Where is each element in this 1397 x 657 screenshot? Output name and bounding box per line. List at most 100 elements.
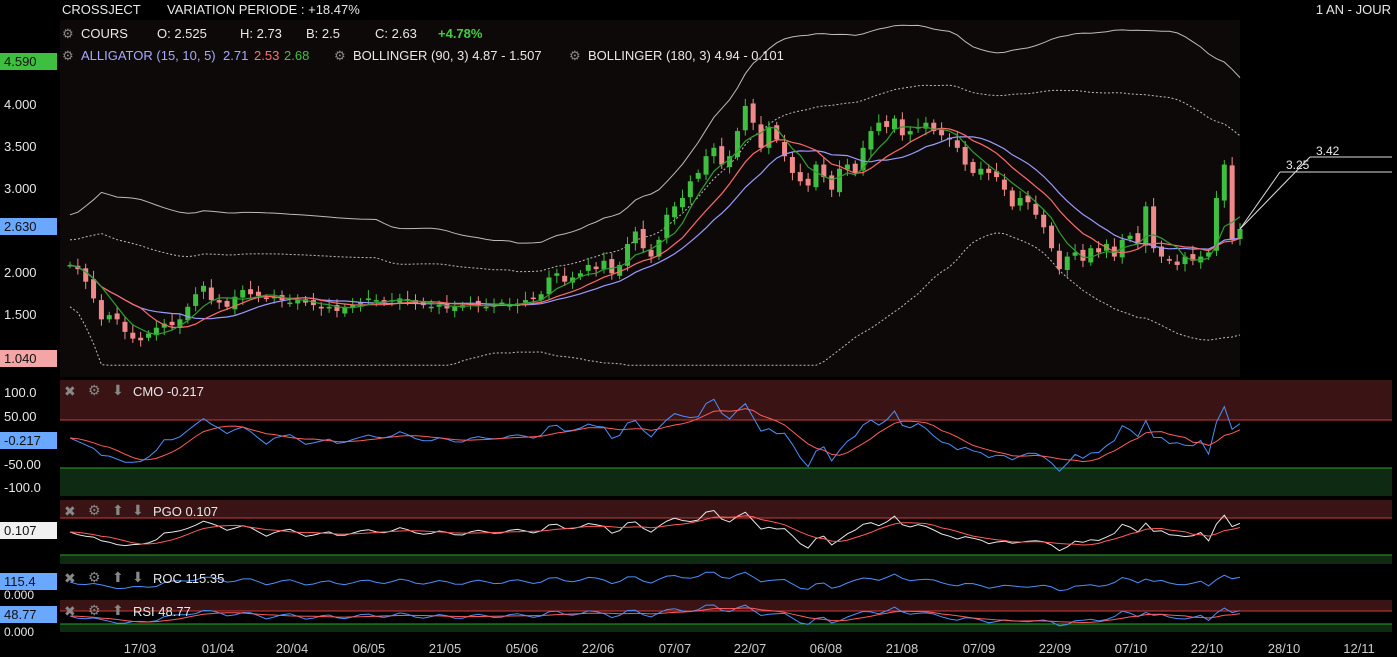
arrow-down-icon[interactable]: ⬇ — [132, 502, 144, 519]
x-tick-label: 28/10 — [1267, 641, 1301, 656]
roc-axis-label: 0.000 — [4, 588, 35, 602]
open-value: O: 2.525 — [157, 26, 207, 41]
cmo-axis-label: 100.0 — [4, 385, 37, 400]
gear-icon[interactable]: ⚙ — [88, 502, 101, 519]
cmo-badge: -0.217 — [0, 432, 57, 449]
candle-body — [185, 306, 191, 321]
change-value: +4.78% — [438, 26, 483, 41]
y-label: 3.500 — [4, 139, 37, 154]
candle-body — [640, 228, 646, 249]
alligator-lips-value: 2.68 — [284, 48, 310, 63]
candle-body — [891, 118, 897, 130]
gear-icon[interactable]: ⚙ — [88, 602, 101, 619]
candle-body — [711, 147, 717, 157]
x-tick-label: 22/07 — [733, 641, 767, 656]
candle-body — [138, 337, 144, 341]
candle-body — [962, 146, 968, 165]
arrow-up-icon[interactable]: ⬆ — [112, 569, 124, 586]
pgo-label: PGO 0.107 — [153, 504, 219, 519]
pgo-overbought-zone — [60, 500, 1392, 518]
candle-body — [483, 306, 489, 309]
candle-body — [601, 260, 607, 270]
candle-body — [907, 131, 913, 135]
candle-body — [1221, 164, 1227, 201]
y-label: 3.000 — [4, 181, 37, 196]
x-tick-label: 20/04 — [275, 641, 309, 656]
close-icon[interactable]: ✖ — [64, 503, 76, 520]
arrow-down-icon[interactable]: ⬇ — [132, 569, 144, 586]
low-value: B: 2.5 — [306, 26, 340, 41]
close-icon[interactable]: ✖ — [64, 603, 76, 620]
y-label: 1.500 — [4, 307, 37, 322]
arrow-down-icon[interactable]: ⬇ — [112, 382, 124, 399]
candle-body — [797, 172, 803, 182]
alligator-label: ALLIGATOR (15, 10, 5) — [81, 48, 216, 63]
close-icon[interactable]: ✖ — [64, 383, 76, 400]
candle-body — [695, 172, 701, 179]
candle-body — [884, 121, 890, 127]
close-icon[interactable]: ✖ — [64, 570, 76, 587]
x-tick-label: 05/06 — [505, 641, 539, 656]
candle-body — [837, 168, 843, 193]
candle-body — [1213, 198, 1219, 251]
candle-body — [1049, 225, 1055, 249]
gear-icon[interactable]: ⚙ — [62, 48, 74, 64]
gear-icon[interactable]: ⚙ — [569, 48, 581, 64]
candle-body — [452, 306, 458, 311]
cours-label: COURS — [81, 26, 128, 41]
candle-body — [1033, 203, 1039, 215]
arrow-up-icon[interactable]: ⬆ — [112, 502, 124, 519]
bollinger-90-label: BOLLINGER (90, 3) 4.87 - 1.507 — [353, 48, 542, 63]
candle-body — [742, 105, 748, 131]
cmo-axis-label: 50.00 — [4, 409, 37, 424]
candle-body — [554, 273, 560, 276]
candle-body — [295, 300, 301, 304]
candle-body — [687, 181, 693, 198]
candle-body — [829, 175, 835, 190]
candle-body — [672, 206, 678, 218]
gear-icon[interactable]: ⚙ — [62, 26, 74, 42]
candle-body — [1151, 206, 1157, 249]
candle-body — [428, 306, 434, 309]
x-tick-label: 21/05 — [428, 641, 462, 656]
candle-body — [648, 249, 654, 257]
candle-body — [978, 168, 984, 175]
candle-body — [750, 103, 756, 123]
candle-body — [122, 321, 128, 332]
candle-body — [719, 146, 725, 165]
candle-body — [986, 168, 992, 173]
candle-body — [530, 297, 536, 300]
bollinger-180-label: BOLLINGER (180, 3) 4.94 - 0.101 — [588, 48, 784, 63]
candle-body — [255, 291, 261, 296]
x-tick-label: 07/10 — [1114, 641, 1148, 656]
candle-body — [813, 164, 819, 188]
candle-body — [758, 124, 764, 148]
pgo-badge: 0.107 — [0, 522, 57, 539]
candle-body — [326, 306, 332, 309]
candle-body — [546, 277, 552, 295]
x-tick-label: 01/04 — [201, 641, 235, 656]
annotation-value: 3.42 — [1316, 144, 1340, 158]
cmo-oversold-zone — [60, 468, 1392, 496]
low-badge: 1.040 — [0, 350, 57, 367]
candle-body — [1096, 248, 1102, 253]
candle-body — [1088, 248, 1094, 263]
candle-body — [216, 300, 222, 303]
x-tick-label: 22/10 — [1190, 641, 1224, 656]
candle-body — [1009, 190, 1015, 207]
period-selector[interactable]: 1 AN - JOUR — [1316, 2, 1391, 17]
candle-body — [585, 264, 591, 271]
candle-body — [1064, 256, 1070, 270]
rsi-oversold-zone — [60, 624, 1392, 632]
gear-icon[interactable]: ⚙ — [88, 382, 101, 399]
candle-body — [98, 300, 104, 320]
candle-body — [1001, 179, 1007, 190]
gear-icon[interactable]: ⚙ — [88, 569, 101, 586]
arrow-up-icon[interactable]: ⬆ — [112, 602, 124, 619]
candle-body — [200, 285, 206, 292]
chart-canvas — [60, 20, 1392, 632]
candle-body — [193, 294, 199, 306]
y-label: 4.000 — [4, 97, 37, 112]
last-price-badge: 2.630 — [0, 218, 57, 235]
gear-icon[interactable]: ⚙ — [334, 48, 346, 64]
